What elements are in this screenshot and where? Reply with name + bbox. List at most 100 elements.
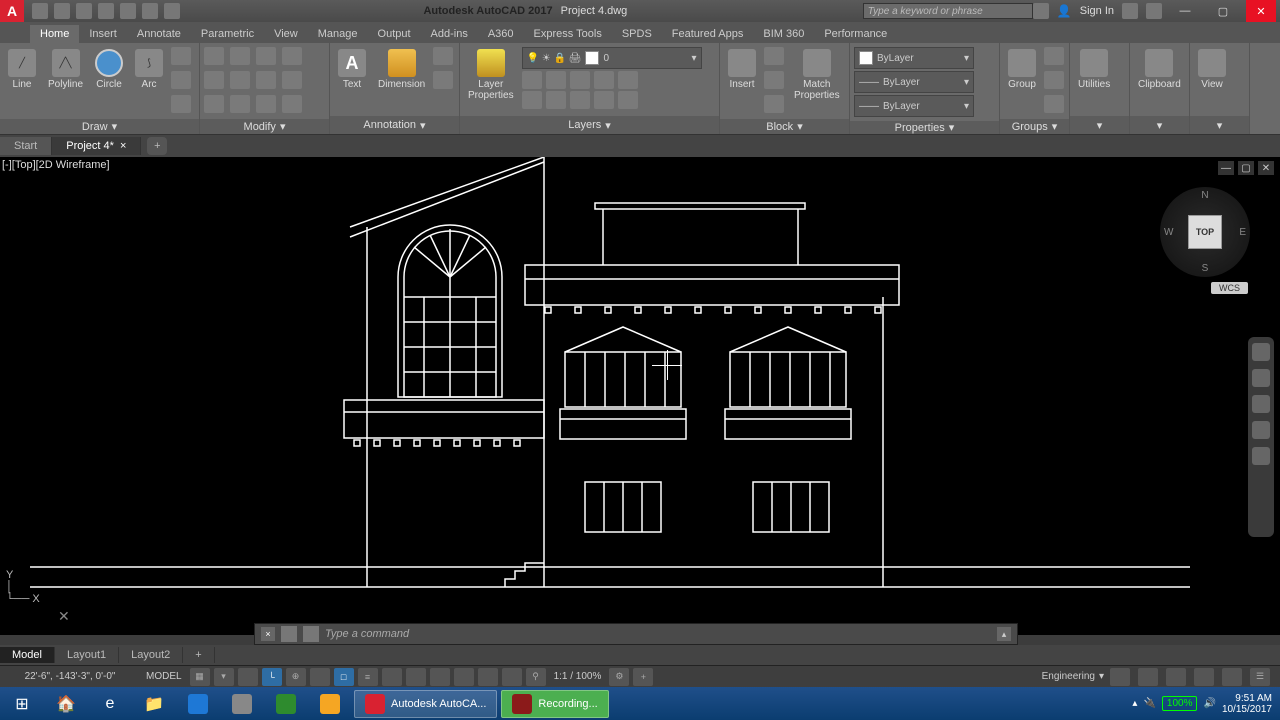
rotate-icon[interactable] <box>230 47 250 65</box>
polar-icon[interactable]: ⊕ <box>286 668 306 686</box>
start-button[interactable]: ⊞ <box>0 687 44 720</box>
undo-icon[interactable] <box>142 3 158 19</box>
rect-icon[interactable] <box>171 47 191 65</box>
lockui-icon[interactable] <box>1138 668 1158 686</box>
tab-home[interactable]: Home <box>30 25 79 43</box>
cmd-recent-icon[interactable] <box>281 626 297 642</box>
layout-layout1[interactable]: Layout1 <box>55 647 119 663</box>
offset-icon[interactable] <box>282 95 302 113</box>
table-icon[interactable] <box>433 71 453 89</box>
search-icon[interactable] <box>1033 3 1049 19</box>
cmd-close-icon[interactable]: × <box>261 627 275 641</box>
tab-project4[interactable]: Project 4*× <box>52 137 141 155</box>
snapmode-icon[interactable]: ▾ <box>214 668 234 686</box>
mirror-icon[interactable] <box>230 71 250 89</box>
view-button[interactable]: View <box>1194 47 1230 92</box>
gizmo-icon[interactable] <box>502 668 522 686</box>
redo-icon[interactable] <box>164 3 180 19</box>
isolate-icon[interactable] <box>1166 668 1186 686</box>
hatch-icon[interactable] <box>171 71 191 89</box>
cmd-expand-icon[interactable]: ▴ <box>997 627 1011 641</box>
create-block-icon[interactable] <box>764 47 784 65</box>
tab-bim360[interactable]: BIM 360 <box>753 25 814 43</box>
maximize-button[interactable]: ▢ <box>1208 0 1238 22</box>
tab-spds[interactable]: SPDS <box>612 25 662 43</box>
layout-model[interactable]: Model <box>0 647 55 663</box>
taskbar-recording[interactable]: Recording... <box>501 690 608 718</box>
groupedit-icon[interactable] <box>1044 71 1064 89</box>
exchange-icon[interactable] <box>1122 3 1138 19</box>
layeruniso-icon[interactable] <box>546 91 566 109</box>
selcycle-icon[interactable] <box>406 668 426 686</box>
hwaccel-icon[interactable] <box>1194 668 1214 686</box>
panel-groups-title[interactable]: Groups ▾ <box>1000 119 1069 134</box>
power-icon[interactable]: 🔌 <box>1143 698 1155 709</box>
tab-parametric[interactable]: Parametric <box>191 25 264 43</box>
command-line[interactable]: × Type a command ▴ <box>254 623 1018 645</box>
erase-icon[interactable] <box>282 47 302 65</box>
save-icon[interactable] <box>76 3 92 19</box>
panel-draw-title[interactable]: Draw ▾ <box>0 119 199 134</box>
layeron-icon[interactable] <box>522 91 542 109</box>
circle-button[interactable]: Circle <box>91 47 127 92</box>
addscale-icon[interactable]: + <box>633 668 653 686</box>
annoscale-readout[interactable]: 1:1 / 100% <box>548 671 608 682</box>
3dosnap-icon[interactable] <box>430 668 450 686</box>
coordinates-readout[interactable]: 22'-6", -143'-3", 0'-0" <box>0 671 140 682</box>
help-icon[interactable] <box>1146 3 1162 19</box>
layermatch-icon[interactable] <box>618 71 638 89</box>
panel-annotation-title[interactable]: Annotation ▾ <box>330 116 459 134</box>
layeriso-icon[interactable] <box>546 71 566 89</box>
modelspace-toggle[interactable]: MODEL <box>140 671 188 682</box>
text-button[interactable]: AText <box>334 47 370 92</box>
arc-button[interactable]: ⟆Arc <box>131 47 167 92</box>
tab-addins[interactable]: Add-ins <box>421 25 478 43</box>
grid-icon[interactable]: ▦ <box>190 668 210 686</box>
layer-properties-button[interactable]: Layer Properties <box>464 47 518 103</box>
osnap-icon[interactable]: □ <box>334 668 354 686</box>
lineweight-icon[interactable]: ≡ <box>358 668 378 686</box>
stretch-icon[interactable] <box>204 95 224 113</box>
units-readout[interactable]: Engineering <box>1042 671 1095 682</box>
explode-icon[interactable] <box>282 71 302 89</box>
custom-icon[interactable]: ☰ <box>1250 668 1270 686</box>
infer-icon[interactable] <box>238 668 258 686</box>
layerlock-icon[interactable] <box>594 71 614 89</box>
media-icon[interactable] <box>308 687 352 720</box>
polyline-button[interactable]: ╱╲Polyline <box>44 47 87 92</box>
layeroff-icon[interactable] <box>522 71 542 89</box>
layerthaw-icon[interactable] <box>570 91 590 109</box>
ungroup-icon[interactable] <box>1044 47 1064 65</box>
more-draw-icon[interactable] <box>171 95 191 113</box>
layercur-icon[interactable] <box>618 91 638 109</box>
layer-combo[interactable]: 💡 ☀ 🔒 🖨 0▾ <box>522 47 702 69</box>
home-icon[interactable]: 🏠 <box>44 687 88 720</box>
dynucs-icon[interactable] <box>454 668 474 686</box>
qprops-icon[interactable] <box>1110 668 1130 686</box>
ortho-icon[interactable]: └ <box>262 668 282 686</box>
groupbb-icon[interactable] <box>1044 95 1064 113</box>
move-icon[interactable] <box>204 47 224 65</box>
edge-icon[interactable] <box>176 687 220 720</box>
match-properties-button[interactable]: Match Properties <box>790 47 844 103</box>
panel-properties-title[interactable]: Properties ▾ <box>850 121 999 134</box>
sound-icon[interactable]: 🔊 <box>1203 698 1215 709</box>
lineweight-selector[interactable]: —— ByLayer▾ <box>854 71 974 93</box>
linetype-selector[interactable]: —— ByLayer▾ <box>854 95 974 117</box>
taskbar-autocad[interactable]: Autodesk AutoCA... <box>354 690 497 718</box>
print-icon[interactable] <box>120 3 136 19</box>
layout-layout2[interactable]: Layout2 <box>119 647 183 663</box>
saveas-icon[interactable] <box>98 3 114 19</box>
panel-block-title[interactable]: Block ▾ <box>720 119 849 134</box>
explorer-icon[interactable]: 📁 <box>132 687 176 720</box>
panel-view-title[interactable]: ▾ <box>1190 116 1249 134</box>
clock[interactable]: 9:51 AM 10/15/2017 <box>1222 693 1272 715</box>
tab-featured[interactable]: Featured Apps <box>662 25 754 43</box>
selfilter-icon[interactable] <box>478 668 498 686</box>
close-tab-icon[interactable]: × <box>120 140 126 152</box>
gear-icon[interactable]: ⚙ <box>609 668 629 686</box>
tab-manage[interactable]: Manage <box>308 25 368 43</box>
drawing-canvas[interactable]: [-][Top][2D Wireframe] — ▢ ✕ TOP N S E W… <box>0 157 1280 635</box>
cleanscreen-icon[interactable] <box>1222 668 1242 686</box>
tab-a360[interactable]: A360 <box>478 25 524 43</box>
